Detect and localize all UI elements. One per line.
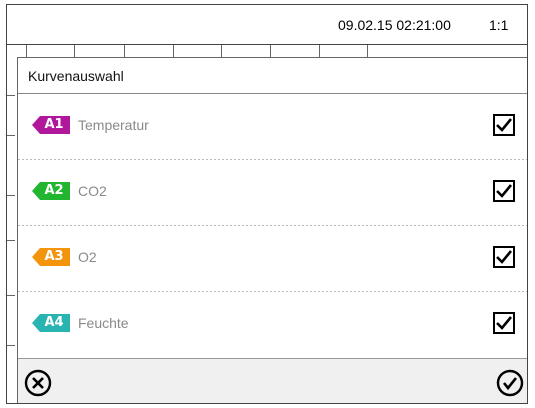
curve-checkbox-a3[interactable]	[493, 246, 515, 268]
a2-tag-icon: A2	[32, 182, 70, 200]
curve-row-a1[interactable]: A1 Temperatur	[18, 94, 527, 160]
curve-label: Feuchte	[78, 315, 129, 331]
curve-checkbox-a4[interactable]	[493, 312, 515, 334]
zoom-ratio: 1:1	[489, 17, 509, 33]
dialog-footer	[18, 358, 527, 403]
dialog-title: Kurvenauswahl	[28, 68, 124, 84]
curve-label: O2	[78, 249, 97, 265]
curve-label: Temperatur	[78, 117, 149, 133]
curve-selection-dialog: Kurvenauswahl A1 Temperatur A2 CO2 A3 O2…	[17, 57, 527, 403]
screen-frame: 09.02.15 02:21:00 1:1 Kurvenauswahl A1 T…	[6, 4, 528, 404]
circle-check-icon	[496, 369, 524, 397]
a3-tag-icon: A3	[32, 248, 70, 266]
status-bar: 09.02.15 02:21:00 1:1	[7, 5, 527, 45]
datetime-display: 09.02.15 02:21:00	[338, 17, 451, 33]
curve-label: CO2	[78, 183, 107, 199]
circle-x-icon	[24, 369, 52, 397]
curve-row-a4[interactable]: A4 Feuchte	[18, 292, 527, 358]
curve-row-a3[interactable]: A3 O2	[18, 226, 527, 292]
curve-checkbox-a2[interactable]	[493, 180, 515, 202]
confirm-button[interactable]	[496, 369, 524, 397]
a4-tag-icon: A4	[32, 314, 70, 332]
cancel-button[interactable]	[24, 369, 52, 397]
curve-checkbox-a1[interactable]	[493, 114, 515, 136]
a1-tag-icon: A1	[32, 116, 70, 134]
curve-row-a2[interactable]: A2 CO2	[18, 160, 527, 226]
